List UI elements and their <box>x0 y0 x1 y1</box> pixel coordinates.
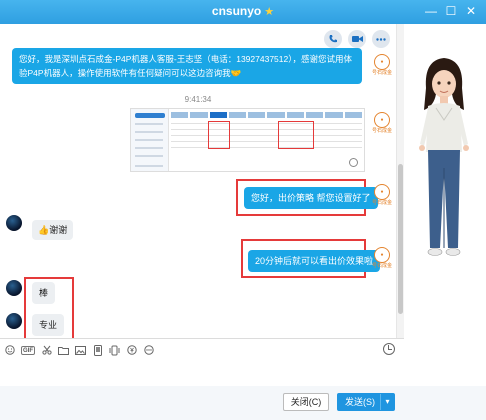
video-icon[interactable] <box>348 30 366 48</box>
more-icon[interactable] <box>143 345 154 356</box>
more-icon[interactable] <box>372 30 390 48</box>
agent-avatar[interactable]: ● <box>374 112 390 128</box>
agent-avatar[interactable]: ● <box>374 247 390 263</box>
send-options-dropdown[interactable]: ▾ <box>380 394 394 410</box>
footer-bar <box>0 386 486 420</box>
input-toolbar: GIF <box>4 343 154 357</box>
message-text: 您好，我是深圳点石成金-P4P机器人客服-王志坚（电话：13927437512）… <box>19 54 352 78</box>
folder-icon[interactable] <box>58 345 69 356</box>
agent-avatar-label: 号石成金 <box>371 263 392 269</box>
character-illustration <box>419 58 469 256</box>
message-text: 您好，出价策略 帮您设置好了 <box>251 193 371 203</box>
agent-avatar-label: 号石成金 <box>371 200 392 206</box>
message-bubble: 棒 <box>32 282 56 304</box>
message-bubble: 您好，我是深圳点石成金-P4P机器人客服-王志坚（电话：13927437512）… <box>12 48 362 84</box>
user-avatar[interactable] <box>6 313 22 329</box>
contact-name: cnsunyo <box>211 4 262 18</box>
red-packet-icon[interactable] <box>126 345 137 356</box>
message-bubble: 20分钟后就可以看出价效果啦 <box>248 250 381 272</box>
window-title: cnsunyo ★ <box>0 4 486 18</box>
emoji-icon[interactable] <box>4 345 15 356</box>
message-text: 谢谢 <box>49 225 68 235</box>
scroll-thumb[interactable] <box>398 164 403 314</box>
input-divider <box>0 338 404 339</box>
message-timestamp: 9:41:34 <box>184 95 212 104</box>
send-button[interactable]: 发送(S) ▾ <box>337 393 395 411</box>
agent-avatar-label: 号石成金 <box>371 128 392 134</box>
star-icon: ★ <box>264 6 275 18</box>
user-avatar[interactable] <box>6 215 22 231</box>
history-icon[interactable] <box>383 343 395 355</box>
scissors-icon[interactable] <box>41 345 52 356</box>
title-bar: cnsunyo ★ — ☐ ✕ <box>0 0 486 24</box>
header-actions <box>324 30 390 48</box>
thumb-sidebar <box>131 109 169 171</box>
chat-scrollbar[interactable] <box>396 24 404 338</box>
maximize-button[interactable]: ☐ <box>442 3 460 19</box>
chat-history[interactable]: 您好，我是深圳点石成金-P4P机器人客服-王志坚（电话：13927437512）… <box>0 24 396 338</box>
image-icon[interactable] <box>75 345 86 356</box>
close-button[interactable]: 关闭(C) <box>283 393 329 411</box>
message-bubble: 您好，出价策略 帮您设置好了 <box>244 187 378 209</box>
thumb-nav <box>171 112 362 118</box>
message-input[interactable] <box>0 358 404 386</box>
side-illustration <box>404 24 486 420</box>
handshake-emoji: 🤝 <box>230 68 242 78</box>
phone-icon[interactable] <box>324 30 342 48</box>
message-bubble: 👍谢谢 <box>32 220 74 240</box>
zoom-icon[interactable] <box>349 158 358 167</box>
gif-icon[interactable]: GIF <box>21 345 35 355</box>
agent-avatar-label: 号石成金 <box>371 70 392 76</box>
message-text: 20分钟后就可以看出价效果啦 <box>255 256 374 266</box>
close-window-button[interactable]: ✕ <box>462 3 480 19</box>
send-label: 发送(S) <box>345 397 375 407</box>
shake-icon[interactable] <box>109 345 120 356</box>
agent-avatar[interactable]: ● <box>374 54 390 70</box>
thumbs-up-emoji: 👍 <box>38 225 50 235</box>
user-avatar[interactable] <box>6 280 22 296</box>
phone-screen-icon[interactable] <box>92 344 103 356</box>
message-text: 专业 <box>39 320 58 330</box>
screenshot-image[interactable] <box>130 108 365 172</box>
message-bubble: 专业 <box>32 314 65 336</box>
minimize-button[interactable]: — <box>422 3 440 19</box>
message-text: 棒 <box>39 288 49 298</box>
agent-avatar[interactable]: ● <box>374 184 390 200</box>
